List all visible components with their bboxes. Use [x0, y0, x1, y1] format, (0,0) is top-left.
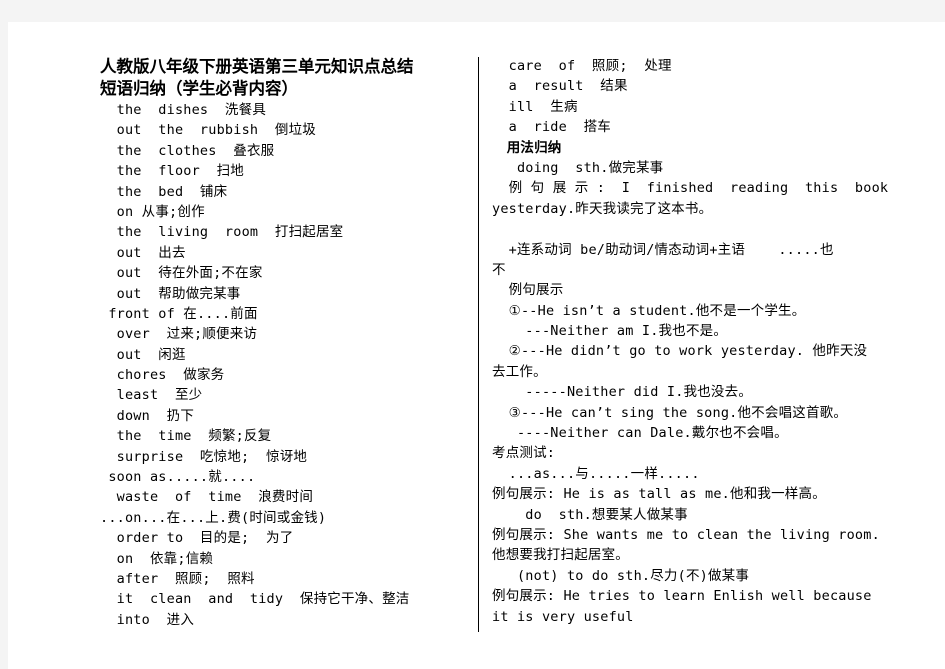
phrase-item: waste of time 浪费时间: [100, 489, 314, 506]
phrase-item: ill 生病: [492, 98, 578, 115]
phrase-item: down 扔下: [100, 407, 195, 424]
usage-2-examples: ①--He isn’t a student.他不是一个学生。 ---Neithe…: [492, 301, 868, 444]
test-point-line: 他想要我打扫起居室。: [492, 547, 629, 564]
usage-2-pattern-line2: 不: [492, 261, 506, 278]
section-heading-phrases: 短语归纳（学生必背内容）: [100, 79, 298, 98]
test-point-line: do sth.想要某人做某事: [492, 506, 688, 523]
phrase-list-left: the dishes 洗餐具 out the rubbish 倒垃圾 the c…: [100, 100, 470, 630]
usage-1-pattern: doing sth.做完某事: [492, 159, 664, 176]
phrase-item: a result 结果: [492, 78, 628, 95]
phrase-list-right: care of 照顾; 处理 a result 结果 ill 生病 a ride…: [492, 56, 860, 138]
phrase-item: the living room 打扫起居室: [100, 224, 344, 241]
test-point-line: 例句展示: He is as tall as me.他和我一样高。: [492, 486, 826, 503]
test-point-line: 例句展示: He tries to learn Enlish well beca…: [492, 588, 872, 605]
phrase-item: front of 在....前面: [100, 305, 258, 322]
phrase-item: a ride 搭车: [492, 119, 612, 136]
test-point-line: (not) to do sth.尽力(不)做某事: [492, 567, 750, 584]
phrase-item: surprise 吃惊地; 惊讶地: [100, 448, 308, 465]
phrase-item: the time 频繁;反复: [100, 428, 272, 445]
phrase-item: after 照顾; 照料: [100, 570, 255, 587]
usage-1-example-line1: 例 句 展 示 : I finished reading this book: [492, 180, 889, 197]
test-points-list: ...as...与.....一样..... 例句展示: He is as tall…: [492, 464, 880, 627]
phrase-item: out 出去: [100, 244, 186, 261]
column-divider: [478, 57, 479, 632]
phrase-item: over 过来;顺便来访: [100, 326, 258, 343]
phrase-item: the floor 扫地: [100, 163, 244, 180]
phrase-item: order to 目的是; 为了: [100, 530, 294, 547]
phrase-item: chores 做家务: [100, 367, 225, 384]
usage-2-example-heading: 例句展示: [492, 282, 564, 299]
document-title: 人教版八年级下册英语第三单元知识点总结: [100, 57, 414, 76]
phrase-item: out 闲逛: [100, 346, 186, 363]
phrase-item: out 帮助做完某事: [100, 285, 241, 302]
phrase-item: into 进入: [100, 611, 195, 628]
example-line: ---Neither am I.我也不是。: [492, 323, 728, 340]
example-line: ②---He didn’t go to work yesterday. 他昨天没: [492, 343, 868, 360]
phrase-item: out 待在外面;不在家: [100, 265, 263, 282]
phrase-item: the dishes 洗餐具: [100, 102, 267, 118]
phrase-item: the clothes 叠衣服: [100, 142, 275, 159]
phrase-item: care of 照顾; 处理: [492, 58, 672, 74]
phrase-item: ...on...在...上.费(时间或金钱): [100, 509, 327, 526]
right-column: care of 照顾; 处理 a result 结果 ill 生病 a ride…: [492, 56, 889, 627]
phrase-item: the bed 铺床: [100, 183, 228, 200]
example-line: ①--He isn’t a student.他不是一个学生。: [492, 302, 806, 319]
phrase-item: on 从事;创作: [100, 203, 205, 220]
example-line: ----Neither can Dale.戴尔也不会唱。: [492, 425, 788, 442]
test-point-line: ...as...与.....一样.....: [492, 465, 700, 482]
phrase-item: least 至少: [100, 387, 203, 404]
test-points-heading: 考点测试:: [492, 445, 556, 462]
phrase-item: out the rubbish 倒垃圾: [100, 122, 316, 139]
test-point-line: it is very useful: [492, 608, 634, 625]
test-point-line: 例句展示: She wants me to clean the living r…: [492, 526, 880, 543]
usage-2-pattern-line1: +连系动词 be/助动词/情态动词+主语 .....也: [492, 241, 834, 258]
usage-1-example-line2: yesterday.昨天我读完了这本书。: [492, 200, 713, 217]
phrase-item: it clean and tidy 保持它干净、整洁: [100, 591, 410, 608]
phrase-item: soon as.....就....: [100, 469, 256, 486]
left-column: 人教版八年级下册英语第三单元知识点总结 短语归纳（学生必背内容） the dis…: [100, 56, 470, 630]
example-line: ③---He can’t sing the song.他不会唱这首歌。: [492, 404, 848, 421]
example-line: 去工作。: [492, 363, 547, 380]
section-heading-usage: 用法归纳: [492, 139, 562, 156]
phrase-item: on 依靠;信赖: [100, 550, 214, 567]
example-line: -----Neither did I.我也没去。: [492, 384, 753, 401]
